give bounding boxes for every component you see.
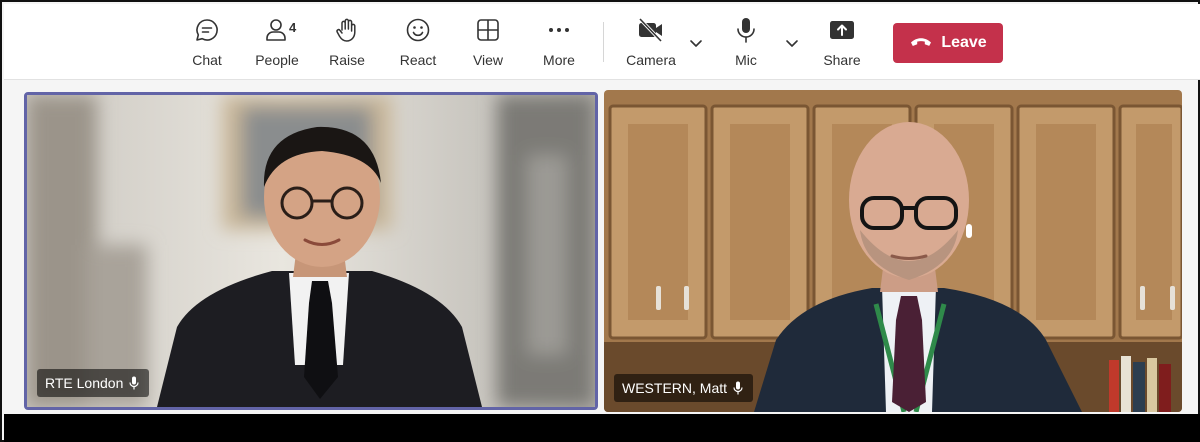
camera-label: Camera: [626, 52, 676, 68]
participant-name-chip: RTE London: [37, 369, 150, 397]
people-count-badge: 4: [289, 20, 297, 35]
people-icon: 4: [263, 16, 296, 44]
more-label: More: [543, 52, 575, 68]
leave-button[interactable]: Leave: [893, 23, 1003, 63]
participant-tile-western-matt[interactable]: WESTERN, Matt: [604, 90, 1182, 412]
chat-button[interactable]: Chat: [175, 16, 239, 72]
mic-label: Mic: [735, 52, 757, 68]
bottom-black-bar: [4, 414, 1200, 442]
leave-label: Leave: [941, 34, 987, 51]
more-dots-icon: [545, 16, 573, 44]
participant-tile-rte-london[interactable]: RTE London: [24, 92, 598, 410]
participant-name: RTE London: [45, 375, 124, 391]
share-label: Share: [823, 52, 861, 68]
chat-label: Chat: [192, 52, 222, 68]
react-label: React: [399, 52, 437, 68]
hang-up-icon: [909, 34, 933, 53]
participant-video-feed: [27, 95, 595, 407]
participant-name: WESTERN, Matt: [622, 380, 728, 396]
mic-button[interactable]: Mic: [714, 16, 778, 72]
react-button[interactable]: React: [386, 16, 450, 72]
grid-view-icon: [474, 16, 502, 44]
microphone-icon: [733, 381, 743, 395]
camera-options-chevron-icon[interactable]: [687, 34, 705, 52]
mic-options-chevron-icon[interactable]: [783, 34, 801, 52]
meeting-window: Chat 4 People Raise React View More Came…: [0, 0, 1200, 442]
share-screen-icon: [828, 16, 856, 44]
camera-button[interactable]: Camera: [619, 16, 683, 72]
meeting-toolbar: Chat 4 People Raise React View More Came…: [4, 4, 1200, 80]
participant-name-chip: WESTERN, Matt: [614, 374, 754, 402]
microphone-icon: [129, 376, 139, 390]
participant-video-feed: [604, 90, 1182, 412]
camera-off-icon: [637, 16, 665, 44]
chat-icon: [193, 16, 221, 44]
more-button[interactable]: More: [527, 16, 591, 72]
raise-label: Raise: [329, 52, 365, 68]
people-button[interactable]: 4 People: [245, 16, 309, 72]
raise-hand-button[interactable]: Raise: [315, 16, 379, 72]
people-label: People: [255, 52, 299, 68]
toolbar-divider: [603, 22, 604, 62]
raise-hand-icon: [333, 16, 361, 44]
microphone-icon: [732, 16, 760, 44]
smiley-icon: [404, 16, 432, 44]
view-button[interactable]: View: [456, 16, 520, 72]
view-label: View: [472, 52, 504, 68]
share-button[interactable]: Share: [810, 16, 874, 72]
